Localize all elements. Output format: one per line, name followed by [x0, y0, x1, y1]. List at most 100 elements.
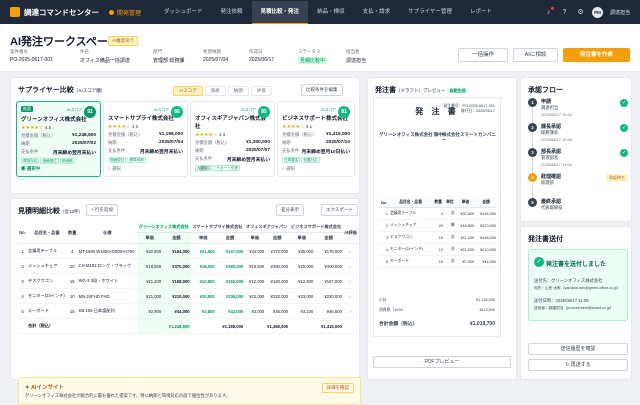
create-po-button[interactable]: 発注書を作成	[563, 48, 630, 62]
detail-compare-card: 見積明細比較（全12件） + 行を追加 差分表示 エクスポート No. 品目名・品…	[10, 198, 361, 405]
nav-compare[interactable]: 見積比較・発注	[251, 0, 309, 25]
export-button[interactable]: エクスポート	[321, 204, 358, 216]
ai-score-badge: 92	[84, 106, 96, 118]
bell-icon[interactable]: ♪	[544, 6, 554, 17]
ai-check-icon: ✓	[342, 303, 358, 319]
meta-case-no: 案件番号 PO-2025-0617-001	[10, 49, 53, 63]
meta-due: 希望納期 2025/07/04	[203, 49, 229, 63]
ai-check-icon: ✓	[342, 243, 358, 259]
po-document: 発 注 書 発注番号：PO-2025-0617-001 発行日：2025/06/1…	[373, 97, 501, 337]
ai-check-icon: ✓	[342, 273, 358, 289]
nav-payment[interactable]: 支払・請求	[354, 0, 400, 24]
insight-title: ✦ AIインサイト	[25, 385, 64, 391]
ai-score-badge: 88	[171, 106, 183, 118]
table-row: 1 会議用テーブル 4 MT-1890 W1800×D900×H700 ¥32,800 ¥…	[18, 243, 358, 259]
table-row: 4 モニター(24インチ) 10 MN-24FHD FHD ¥21,000 ¥210,00…	[18, 288, 358, 304]
approval-step-4: 4 経理確認 経理部 承認待ち	[528, 173, 628, 199]
star-rating: ★★★★☆ 4.6	[21, 125, 52, 131]
po-row: 3 デスクワゴン 15 台 ¥11,200 ¥168,000	[379, 231, 497, 244]
po-row: 2 メッシュチェア 20 脚 ¥18,500 ¥370,000	[379, 219, 497, 232]
logo-icon	[10, 7, 20, 17]
ai-score-badge: 81	[338, 106, 350, 118]
approval-step-2: 2 課長承認 総務課長 2025/06/17 10:45 ✓	[528, 123, 628, 149]
po-title: 発注書（ドラフト）プレビュー 自動生成	[375, 87, 468, 94]
add-row-button[interactable]: + 行を追加	[86, 204, 118, 216]
ai-score-badge: 85	[258, 106, 270, 118]
feature-chips: 環境対応 価格優位 短納期	[21, 158, 75, 164]
ai-check-icon: ✓	[342, 288, 358, 304]
total-row: 合計（税込） ¥1,248,500 ¥1,198,000 ¥1,360,500 ¥1,4…	[18, 318, 358, 334]
feature-chips: 価格優位 標準納期	[108, 157, 146, 163]
supplier-name: オフィスギアジャパン株式会社	[195, 116, 267, 130]
nav-supplier[interactable]: サプライヤー管理	[399, 0, 461, 24]
table-row: 2 メッシュチェア 20 CH-M102 ロング・ブラック ¥18,500 ¥370,00…	[18, 258, 358, 274]
check-icon: ✓	[620, 149, 628, 157]
insight-link[interactable]: 詳細を確認	[321, 383, 354, 393]
supplier-radio[interactable]: ○ 選択	[108, 166, 121, 172]
page-title: AI発注ワークスペース	[10, 36, 119, 48]
supplier-radio[interactable]: ○ 選択	[282, 166, 295, 172]
tab-delivery[interactable]: 納期	[227, 86, 249, 96]
sendout-card: 発注書送付 ✓ 発注書を送付しました 送付先：グリーンオフィス株式会社 宛先：山…	[520, 226, 632, 380]
gear-icon[interactable]: ⚙	[576, 8, 585, 17]
meta-owner: 担当者 調達担当	[346, 49, 367, 64]
nav-request[interactable]: 発注依頼	[212, 0, 252, 24]
po-row: 1 会議用テーブル 4 台 ¥32,800 ¥164,000	[379, 207, 497, 220]
recommended-badge: 推奨	[21, 106, 33, 112]
edit-criteria-button[interactable]: 比較条件を編集	[301, 84, 343, 96]
supplier-card-3[interactable]: AIスコア 85 オフィスギアジャパン株式会社 ★★★★☆ 4.3 見積金額（税…	[190, 101, 275, 177]
approval-step-3: 3 部長承認 管理部長 2025/06/17 11:00 ✓	[528, 148, 628, 174]
star-rating: ★★★★☆ 4.5	[108, 124, 139, 130]
tab-ai-score[interactable]: AIスコア	[173, 86, 203, 96]
supplier-card-4[interactable]: AIスコア 81 ビジネスサポート株式会社 ★★★★☆ 4.1 見積金額（税込）…	[277, 101, 355, 177]
star-rating: ★★★★☆ 4.1	[282, 124, 313, 130]
feature-chips: 在庫豊富 設置対応	[282, 157, 320, 163]
detail-table: No. 品目名・品番 数量 仕様 グリーンオフィス株式会社 スマートサプライ株式会社 オフィ…	[18, 222, 358, 334]
po-row: 4 モニター(24インチ) 10 台 ¥21,000 ¥210,000	[379, 243, 497, 256]
table-row: 3 デスクワゴン 15 WG-3 3段・ホワイト ¥11,200 ¥168,000 ¥10,…	[18, 273, 358, 289]
page-header: AI発注ワークスペース AI推奨あり 案件番号 PO-2025-0617-001 …	[0, 24, 640, 72]
sort-tabs: AIスコア 価格 納期 評価	[173, 86, 272, 96]
history-button[interactable]: 送信履歴を確認	[528, 343, 628, 355]
approval-step-5: 5 最終承認 代表取締役	[528, 198, 628, 224]
meta-created: 作成日 2025/06/17	[249, 49, 275, 63]
compare-title: サプライヤー比較（AIスコア順）	[18, 87, 106, 94]
top-bar: 調達コマンドセンター 開発管理 ダッシュボード 発注依頼 見積比較・発注 納品・検収支…	[0, 0, 640, 25]
tab-rating[interactable]: 評価	[250, 86, 272, 96]
check-icon: ✓	[534, 257, 544, 267]
approval-title: 承認フロー	[528, 87, 563, 94]
tab-price[interactable]: 価格	[204, 86, 226, 96]
po-table: No. 品目名・品番 数量 単位 単価 金額 1 会議用テーブル 4 台 ¥32,800 ¥164,…	[379, 198, 497, 268]
supplier-radio[interactable]: ○ 選択	[195, 166, 208, 172]
po-row: 5 キーボード 15 台 ¥2,900 ¥44,000	[379, 255, 497, 268]
supplier-card-2[interactable]: AIスコア 88 スマートサプライ株式会社 ★★★★☆ 4.5 見積金額（税込）…	[103, 101, 188, 177]
help-icon[interactable]: ?	[560, 8, 569, 17]
app-brand: 調達コマンドセンター	[24, 7, 99, 17]
check-icon: ✓	[620, 99, 628, 107]
supplier-radio[interactable]: ◉ 選択中	[21, 166, 40, 172]
insight-body: グリーンオフィス株式会社が総合的に最も優れた提案です。特に納期と環境対応の面で優…	[25, 393, 231, 398]
approval-step-1: 1 申請 調達担当 2025/06/17 10:15 ✓	[528, 98, 628, 124]
resend-button[interactable]: ↻ 再送する	[528, 359, 628, 371]
meta-subject: 件名 オフィス備品一括調達	[80, 49, 130, 64]
module-badge[interactable]: 開発管理	[109, 8, 141, 17]
sendout-title: 発注書送付	[528, 236, 563, 243]
supplier-card-1[interactable]: 推奨 AIスコア 92 グリーンオフィス株式会社 ★★★★☆ 4.6 見積金額（…	[16, 101, 101, 177]
bulk-action-button[interactable]: 一括操作	[458, 48, 508, 62]
nav-dashboard[interactable]: ダッシュボード	[155, 0, 212, 24]
ask-ai-button[interactable]: AIに相談	[513, 48, 558, 62]
po-preview-card: 発注書（ドラフト）プレビュー 自動生成 発 注 書 発注番号：PO-2025-0…	[367, 77, 517, 380]
nav-report[interactable]: レポート	[461, 0, 501, 24]
supplier-compare-card: サプライヤー比較（AIスコア順） AIスコア 価格 納期 評価 比較条件を編集 推奨 …	[10, 77, 360, 194]
user-name[interactable]: 調達担当	[610, 9, 630, 16]
send-success: ✓ 発注書を送付しました 送付先：グリーンオフィス株式会社 宛先：山田 太郎（y…	[528, 249, 628, 321]
star-rating: ★★★★☆ 4.3	[195, 132, 226, 138]
pdf-preview-button[interactable]: PDFプレビュー	[373, 356, 511, 368]
status-badge: AI推奨あり	[108, 36, 139, 46]
ai-insight: ✦ AIインサイト グリーンオフィス株式会社が総合的に最も優れた提案です。特に納…	[18, 377, 361, 405]
pending-badge: 承認待ち	[606, 174, 628, 182]
nav-delivery[interactable]: 納品・検収	[308, 0, 354, 24]
diff-toggle[interactable]: 差分表示	[276, 204, 304, 216]
avatar[interactable]: PM	[591, 6, 603, 18]
meta-status: ステータス 見積比較中	[298, 49, 328, 64]
